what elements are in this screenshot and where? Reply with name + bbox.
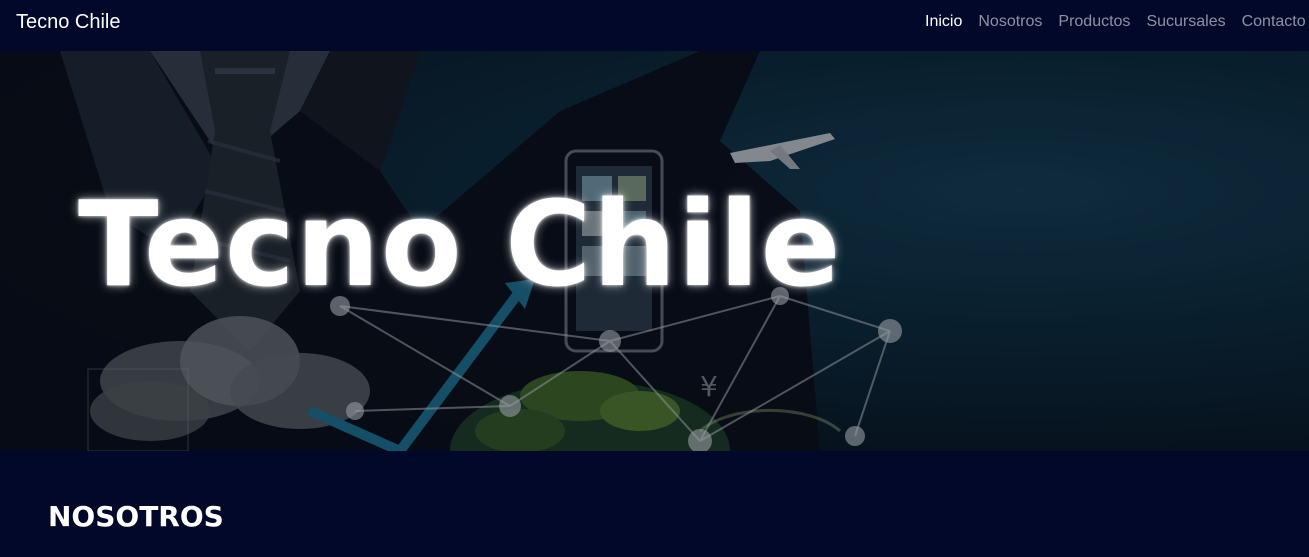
nav-link-contacto[interactable]: Contacto [1242, 13, 1306, 31]
hero-title: Tecno Chile [78, 175, 842, 313]
nav-links: Inicio Nosotros Productos Sucursales Con… [925, 13, 1306, 31]
section-title: NOSOTROS [48, 500, 224, 533]
navbar: Tecno Chile Inicio Nosotros Productos Su… [0, 0, 1309, 51]
nosotros-section: NOSOTROS [0, 451, 1309, 557]
nav-link-sucursales[interactable]: Sucursales [1146, 13, 1225, 31]
nav-link-inicio[interactable]: Inicio [925, 13, 962, 31]
hero-banner: ¥ Tecno Chile [0, 51, 1309, 451]
nav-link-productos[interactable]: Productos [1058, 13, 1130, 31]
brand-link[interactable]: Tecno Chile [16, 11, 121, 34]
nav-link-nosotros[interactable]: Nosotros [978, 13, 1042, 31]
